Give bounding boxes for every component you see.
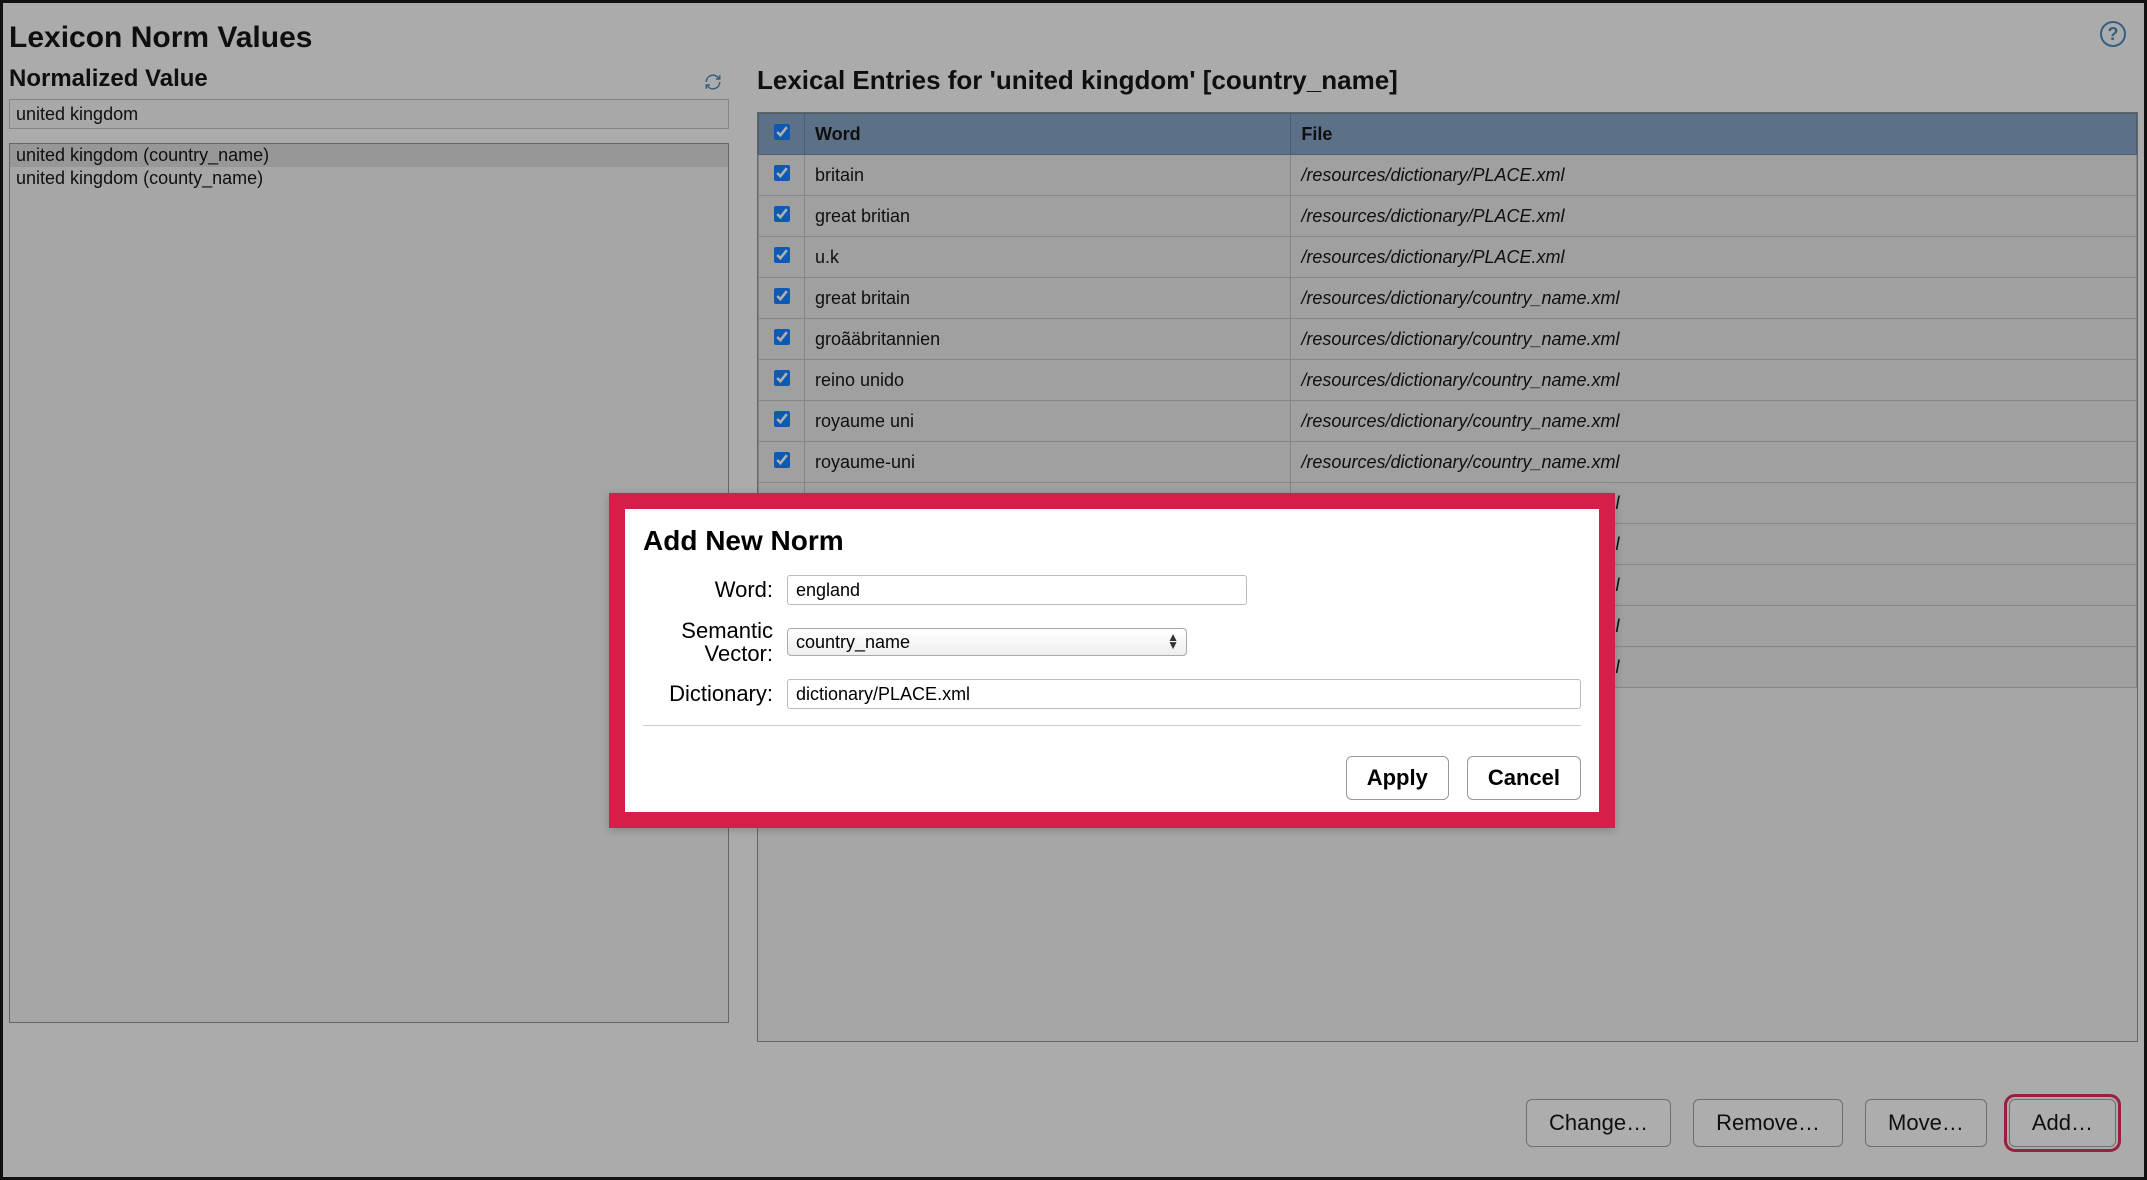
row-checkbox[interactable] (774, 206, 790, 222)
table-row[interactable]: royaume-uni/resources/dictionary/country… (759, 442, 2137, 483)
refresh-icon[interactable] (703, 72, 723, 92)
list-item[interactable]: united kingdom (county_name) (10, 167, 728, 190)
word-label: Word: (643, 577, 773, 603)
table-row[interactable]: groãäbritannien/resources/dictionary/cou… (759, 319, 2137, 360)
table-row[interactable]: u.k/resources/dictionary/PLACE.xml (759, 237, 2137, 278)
word-cell: royaume-uni (805, 442, 1291, 483)
word-cell: great britian (805, 196, 1291, 237)
word-cell: u.k (805, 237, 1291, 278)
help-icon[interactable]: ? (2100, 21, 2126, 47)
row-checkbox-cell[interactable] (759, 442, 805, 483)
row-checkbox[interactable] (774, 370, 790, 386)
row-checkbox-cell[interactable] (759, 237, 805, 278)
semantic-vector-label: Semantic Vector: (643, 619, 773, 665)
select-all-header[interactable] (759, 114, 805, 155)
page-title: Lexicon Norm Values (3, 3, 2144, 65)
semantic-vector-select[interactable] (787, 628, 1187, 656)
table-row[interactable]: britain/resources/dictionary/PLACE.xml (759, 155, 2137, 196)
file-cell: /resources/dictionary/country_name.xml (1291, 319, 2137, 360)
file-cell: /resources/dictionary/PLACE.xml (1291, 237, 2137, 278)
select-all-checkbox[interactable] (774, 124, 790, 140)
word-cell: groãäbritannien (805, 319, 1291, 360)
action-buttons: Change… Remove… Move… Add… (1526, 1099, 2116, 1147)
remove-button[interactable]: Remove… (1693, 1099, 1843, 1147)
dictionary-label: Dictionary: (643, 681, 773, 707)
move-button[interactable]: Move… (1865, 1099, 1987, 1147)
row-checkbox-cell[interactable] (759, 319, 805, 360)
row-checkbox[interactable] (774, 247, 790, 263)
row-checkbox[interactable] (774, 411, 790, 427)
file-cell: /resources/dictionary/PLACE.xml (1291, 196, 2137, 237)
cancel-button[interactable]: Cancel (1467, 756, 1581, 800)
apply-button[interactable]: Apply (1346, 756, 1449, 800)
table-row[interactable]: great britian/resources/dictionary/PLACE… (759, 196, 2137, 237)
file-cell: /resources/dictionary/PLACE.xml (1291, 155, 2137, 196)
row-checkbox-cell[interactable] (759, 155, 805, 196)
file-cell: /resources/dictionary/country_name.xml (1291, 401, 2137, 442)
column-header-word[interactable]: Word (805, 114, 1291, 155)
word-cell: royaume uni (805, 401, 1291, 442)
modal-title: Add New Norm (643, 525, 1581, 557)
row-checkbox-cell[interactable] (759, 401, 805, 442)
row-checkbox[interactable] (774, 329, 790, 345)
row-checkbox[interactable] (774, 288, 790, 304)
lexical-entries-heading: Lexical Entries for 'united kingdom' [co… (757, 65, 2138, 96)
word-input[interactable] (787, 575, 1247, 605)
word-cell: great britain (805, 278, 1291, 319)
table-row[interactable]: royaume uni/resources/dictionary/country… (759, 401, 2137, 442)
file-cell: /resources/dictionary/country_name.xml (1291, 278, 2137, 319)
word-cell: reino unido (805, 360, 1291, 401)
add-button[interactable]: Add… (2009, 1099, 2116, 1147)
column-header-file[interactable]: File (1291, 114, 2137, 155)
change-button[interactable]: Change… (1526, 1099, 1671, 1147)
normalized-value-input[interactable] (9, 99, 729, 129)
file-cell: /resources/dictionary/country_name.xml (1291, 442, 2137, 483)
row-checkbox-cell[interactable] (759, 360, 805, 401)
file-cell: /resources/dictionary/country_name.xml (1291, 360, 2137, 401)
table-row[interactable]: reino unido/resources/dictionary/country… (759, 360, 2137, 401)
row-checkbox-cell[interactable] (759, 278, 805, 319)
row-checkbox-cell[interactable] (759, 196, 805, 237)
list-item[interactable]: united kingdom (country_name) (10, 144, 728, 167)
add-new-norm-modal: Add New Norm Word: Semantic Vector: ▲▼ D… (609, 493, 1615, 828)
row-checkbox[interactable] (774, 165, 790, 181)
row-checkbox[interactable] (774, 452, 790, 468)
normalized-value-heading: Normalized Value (9, 65, 208, 93)
word-cell: britain (805, 155, 1291, 196)
table-row[interactable]: great britain/resources/dictionary/count… (759, 278, 2137, 319)
dictionary-input[interactable] (787, 679, 1581, 709)
